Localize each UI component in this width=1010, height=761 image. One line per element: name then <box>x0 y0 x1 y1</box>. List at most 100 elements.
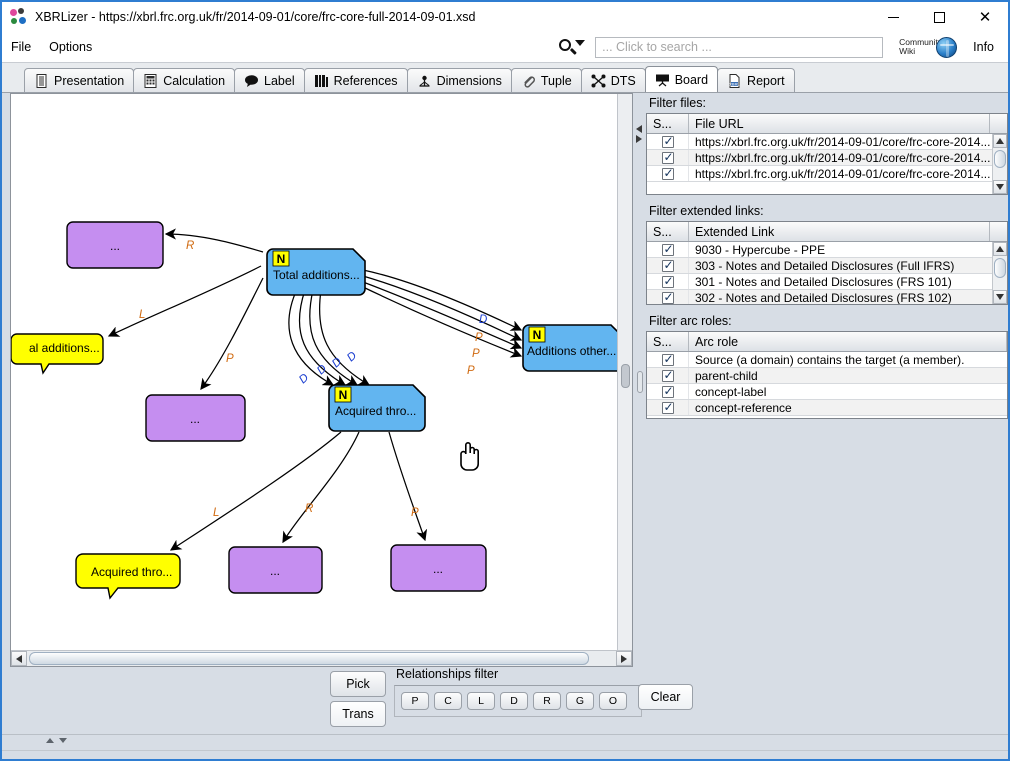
filter-files-table[interactable]: S... File URL https://xbrl.frc.org.uk/fr… <box>646 113 1008 195</box>
row-checkbox-cell[interactable] <box>647 258 689 273</box>
files-vertical-scrollbar[interactable] <box>992 134 1007 194</box>
row-checkbox-cell[interactable] <box>647 400 689 415</box>
table-row[interactable]: 302 - Notes and Detailed Disclosures (FR… <box>647 290 1007 304</box>
clear-button[interactable]: Clear <box>638 684 693 710</box>
panel-splitter[interactable] <box>634 93 646 667</box>
rel-filter-g[interactable]: G <box>566 692 594 710</box>
minimize-button[interactable] <box>870 2 916 32</box>
column-header-file-url[interactable]: File URL <box>689 114 990 133</box>
concept-node[interactable]: N Acquired thro... <box>328 384 426 432</box>
info-button[interactable]: Info <box>973 40 994 54</box>
table-row[interactable]: concept-label <box>647 384 1007 400</box>
splitter-grip[interactable] <box>637 371 643 393</box>
trans-button[interactable]: Trans <box>330 701 386 727</box>
tab-calculation[interactable]: Calculation <box>133 68 236 92</box>
row-checkbox-cell[interactable] <box>647 134 689 149</box>
rel-filter-c[interactable]: C <box>434 692 462 710</box>
label-node[interactable]: al additions... <box>11 333 104 375</box>
table-row[interactable]: concept-reference <box>647 400 1007 416</box>
checkbox-checked-icon[interactable] <box>661 274 674 288</box>
table-row[interactable]: https://xbrl.frc.org.uk/fr/2014-09-01/co… <box>647 134 1007 150</box>
scroll-down-icon[interactable] <box>59 738 67 743</box>
scroll-up-button[interactable] <box>993 134 1007 148</box>
column-header-select[interactable]: S... <box>647 332 689 351</box>
table-row[interactable]: Source (a domain) contains the target (a… <box>647 352 1007 368</box>
collapse-left-icon[interactable] <box>636 125 642 133</box>
pick-button[interactable]: Pick <box>330 671 386 697</box>
table-row[interactable]: 303 - Notes and Detailed Disclosures (Fu… <box>647 258 1007 274</box>
checkbox-checked-icon[interactable] <box>661 150 674 164</box>
rel-filter-r[interactable]: R <box>533 692 561 710</box>
element-node[interactable]: ... <box>228 546 323 594</box>
tab-dts[interactable]: DTS <box>580 68 646 92</box>
scroll-up-icon[interactable] <box>46 738 54 743</box>
table-row[interactable]: https://xbrl.frc.org.uk/fr/2014-09-01/co… <box>647 150 1007 166</box>
row-checkbox-cell[interactable] <box>647 384 689 399</box>
row-checkbox-cell[interactable] <box>647 150 689 165</box>
scroll-thumb[interactable] <box>994 150 1006 168</box>
tab-report[interactable]: XBRL Report <box>717 68 795 92</box>
table-row[interactable]: https://xbrl.frc.org.uk/fr/2014-09-01/co… <box>647 166 1007 182</box>
checkbox-checked-icon[interactable] <box>661 290 674 304</box>
row-checkbox-cell[interactable] <box>647 352 689 367</box>
element-node[interactable]: ... <box>66 221 164 269</box>
scroll-down-button[interactable] <box>993 290 1007 304</box>
checkbox-checked-icon[interactable] <box>661 242 674 256</box>
graph-canvas[interactable]: R L P D D D D D P P P L R P ... ... ... … <box>11 94 618 652</box>
label-node[interactable]: Acquired thro... <box>75 553 181 600</box>
scroll-up-button[interactable] <box>993 242 1007 256</box>
rel-filter-l[interactable]: L <box>467 692 495 710</box>
scroll-down-button[interactable] <box>993 180 1007 194</box>
checkbox-checked-icon[interactable] <box>661 166 674 180</box>
search-input[interactable] <box>595 36 884 58</box>
tab-dimensions[interactable]: Dimensions <box>406 68 512 92</box>
community-wiki-button[interactable]: Community Wiki <box>899 36 958 58</box>
rel-filter-p[interactable]: P <box>401 692 429 710</box>
column-header-extended-link[interactable]: Extended Link <box>689 222 990 241</box>
row-checkbox-cell[interactable] <box>647 166 689 181</box>
filter-arc-roles-table[interactable]: S... Arc role Source (a domain) contains… <box>646 331 1008 419</box>
tab-label[interactable]: Label <box>234 68 305 92</box>
row-checkbox-cell[interactable] <box>647 368 689 383</box>
search-icon[interactable] <box>557 36 587 58</box>
rel-filter-d[interactable]: D <box>500 692 528 710</box>
table-row[interactable]: 301 - Notes and Detailed Disclosures (FR… <box>647 274 1007 290</box>
row-checkbox-cell[interactable] <box>647 242 689 257</box>
tab-tuple[interactable]: Tuple <box>510 68 582 92</box>
canvas-vertical-scroll-thumb[interactable] <box>621 364 630 388</box>
checkbox-checked-icon[interactable] <box>661 384 674 398</box>
scroll-left-button[interactable] <box>11 651 27 666</box>
tab-presentation[interactable]: Presentation <box>24 68 135 92</box>
checkbox-checked-icon[interactable] <box>661 400 674 414</box>
tab-references[interactable]: References <box>303 68 408 92</box>
column-header-select[interactable]: S... <box>647 222 689 241</box>
table-row[interactable]: parent-child <box>647 368 1007 384</box>
row-checkbox-cell[interactable] <box>647 274 689 289</box>
canvas-horizontal-scrollbar[interactable] <box>11 650 632 666</box>
column-header-select[interactable]: S... <box>647 114 689 133</box>
close-button[interactable]: ✕ <box>962 2 1008 32</box>
checkbox-checked-icon[interactable] <box>661 368 674 382</box>
scroll-right-button[interactable] <box>616 651 632 666</box>
status-scroll-arrows[interactable] <box>46 738 67 743</box>
scroll-thumb[interactable] <box>994 258 1006 278</box>
concept-node[interactable]: N Additions other... <box>522 324 618 372</box>
menu-options[interactable]: Options <box>40 37 101 57</box>
element-node[interactable]: ... <box>145 394 246 442</box>
checkbox-checked-icon[interactable] <box>661 134 674 148</box>
collapse-right-icon[interactable] <box>636 135 642 143</box>
table-row[interactable]: 9030 - Hypercube - PPE <box>647 242 1007 258</box>
canvas-vertical-scrollbar[interactable] <box>617 94 632 652</box>
canvas-horizontal-scroll-thumb[interactable] <box>29 652 589 665</box>
column-header-arc-role[interactable]: Arc role <box>689 332 1007 351</box>
checkbox-checked-icon[interactable] <box>661 258 674 272</box>
checkbox-checked-icon[interactable] <box>661 352 674 366</box>
maximize-button[interactable] <box>916 2 962 32</box>
rel-filter-o[interactable]: O <box>599 692 627 710</box>
filter-extended-links-table[interactable]: S... Extended Link 9030 - Hypercube - PP… <box>646 221 1008 305</box>
extended-links-vertical-scrollbar[interactable] <box>992 242 1007 304</box>
row-checkbox-cell[interactable] <box>647 290 689 304</box>
tab-board[interactable]: Board <box>644 66 719 92</box>
menu-file[interactable]: File <box>2 37 40 57</box>
concept-node[interactable]: N Total additions... <box>266 248 366 296</box>
